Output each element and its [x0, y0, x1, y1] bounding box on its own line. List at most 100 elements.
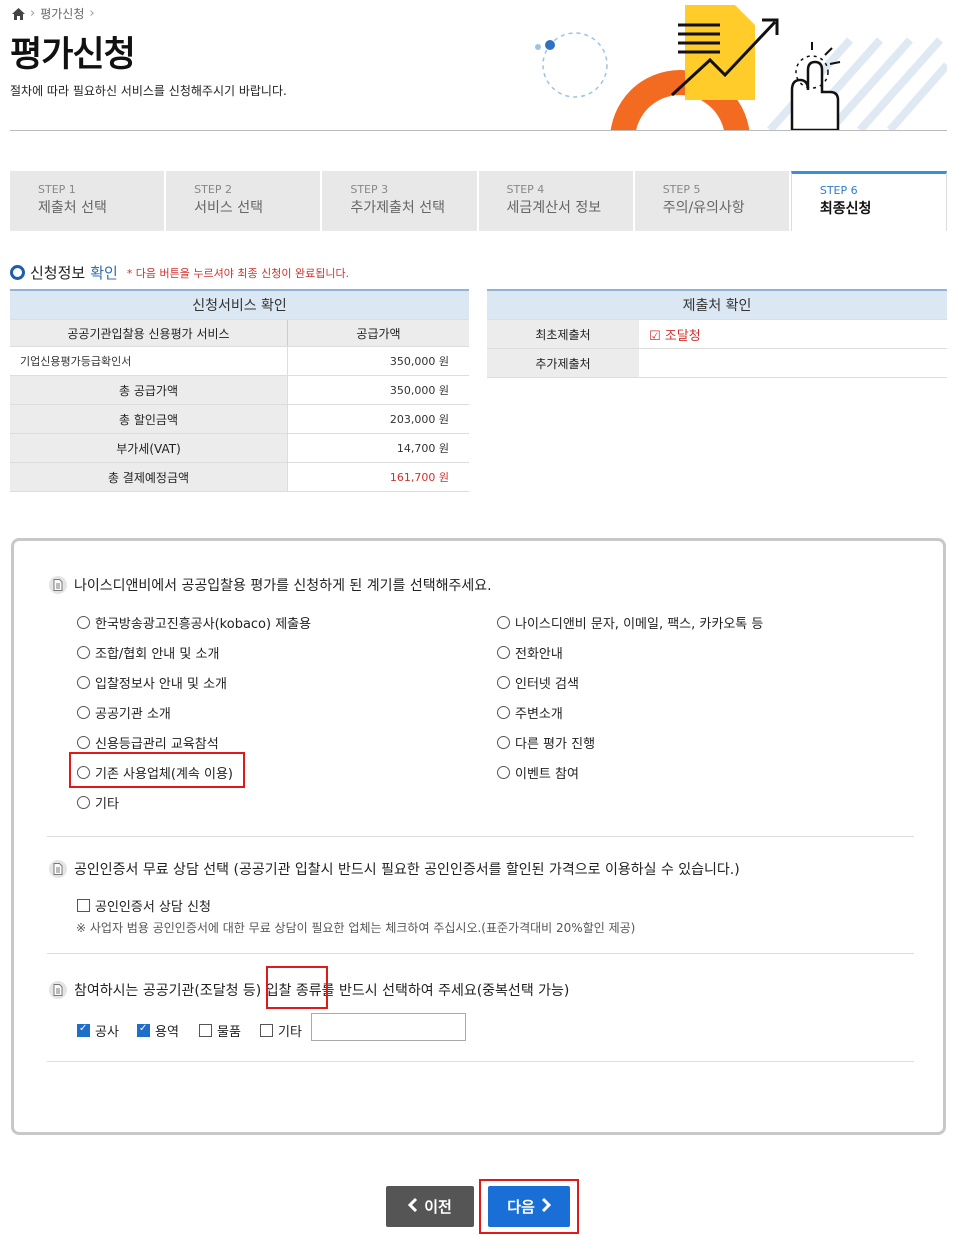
step-number: STEP 6 — [819, 184, 858, 197]
radio-option[interactable]: 기타 — [77, 793, 119, 812]
highlight-box — [479, 1179, 579, 1234]
section-note: * 다음 버튼을 누르셔야 최종 신청이 완료됩니다. — [126, 266, 350, 280]
checkbox-checked[interactable] — [77, 1023, 90, 1037]
section-divider — [47, 836, 914, 837]
radio-circle[interactable] — [497, 736, 510, 749]
submit-table-heading: 제출처 확인 — [487, 289, 947, 320]
submit-value: ☑ 조달청 — [639, 319, 947, 349]
page-description: 절차에 따라 필요하신 서비스를 신청해주시기 바랍니다. — [10, 84, 287, 98]
option-label: 공공기관 소개 — [95, 707, 171, 722]
step-2: STEP 2 서비스 선택 — [166, 171, 323, 231]
radio-option[interactable]: 전화안내 — [497, 643, 563, 662]
circle-bullet-icon — [10, 265, 25, 280]
step-4: STEP 4 세금계산서 정보 — [478, 171, 635, 231]
step-number: STEP 4 — [506, 183, 545, 196]
bid-type-option-goods[interactable]: 물품 — [199, 1021, 241, 1040]
step-number: STEP 5 — [662, 183, 701, 196]
chevron-left-icon — [408, 1197, 418, 1216]
submit-label: 최초제출처 — [487, 319, 639, 349]
prev-button-label: 이전 — [424, 1198, 452, 1216]
step-label: 최종신청 — [819, 201, 872, 217]
home-icon[interactable] — [12, 7, 25, 20]
step-progress: STEP 1 제출처 선택 STEP 2 서비스 선택 STEP 3 추가제출처… — [10, 171, 948, 231]
option-label: 입찰정보사 안내 및 소개 — [95, 677, 227, 692]
section-divider — [47, 953, 914, 954]
step-label: 세금계산서 정보 — [506, 200, 602, 216]
chevron-right-icon: › — [89, 6, 95, 21]
bid-type-option-etc[interactable]: 기타 — [260, 1021, 302, 1040]
additional-submitter — [639, 348, 947, 378]
step-3: STEP 3 추가제출처 선택 — [322, 171, 479, 231]
step-number: STEP 1 — [38, 183, 76, 196]
step-number: STEP 2 — [194, 183, 232, 196]
question-1: 나이스디앤비에서 공공입찰용 평가를 신청하게 된 계기를 선택해주세요. — [49, 575, 492, 595]
radio-circle[interactable] — [77, 616, 90, 629]
radio-circle[interactable] — [77, 706, 90, 719]
radio-circle[interactable] — [497, 616, 510, 629]
option-label: 다른 평가 진행 — [515, 737, 596, 752]
option-label: 주변소개 — [515, 707, 563, 722]
breadcrumb-current[interactable]: 평가신청 — [40, 5, 84, 22]
section-title: 신청정보 — [30, 264, 86, 282]
step-6-active: STEP 6 최종신청 — [790, 171, 948, 231]
summary-value: 203,000 원 — [287, 404, 469, 434]
option-label: 한국방송광고진흥공사(kobaco) 제출용 — [95, 617, 312, 632]
checkbox-label: 공사 — [95, 1025, 119, 1040]
column-header: 공공기관입찰용 신용평가 서비스 — [10, 319, 288, 347]
hero-illustration — [520, 0, 947, 130]
option-label: 신용등급관리 교육참석 — [95, 737, 219, 752]
etc-text-input[interactable] — [311, 1013, 466, 1041]
radio-option[interactable]: 조합/협회 안내 및 소개 — [77, 643, 219, 662]
prev-button[interactable]: 이전 — [386, 1186, 474, 1227]
checkbox[interactable] — [77, 899, 90, 912]
radio-option[interactable]: 이벤트 참여 — [497, 763, 579, 782]
question-2: 공인인증서 무료 상담 선택 (공공기관 입찰시 반드시 필요한 공인인증서를 … — [49, 859, 740, 879]
radio-circle[interactable] — [77, 796, 90, 809]
radio-option[interactable]: 주변소개 — [497, 703, 563, 722]
step-label: 제출처 선택 — [38, 200, 107, 216]
checkbox-checked[interactable] — [137, 1023, 150, 1037]
summary-label: 총 공급가액 — [10, 375, 288, 405]
radio-option[interactable]: 나이스디앤비 문자, 이메일, 팩스, 카카오톡 등 — [497, 613, 763, 632]
bid-type-option-construction[interactable]: 공사 — [77, 1021, 119, 1040]
summary-value: 350,000 원 — [287, 375, 469, 405]
document-icon — [49, 576, 67, 594]
highlight-box — [69, 752, 245, 788]
service-item-value: 350,000 원 — [287, 346, 469, 376]
document-icon — [49, 981, 67, 999]
service-item-name: 기업신용평가등급확인서 — [10, 346, 288, 376]
step-label: 주의/유의사항 — [662, 200, 745, 216]
radio-circle[interactable] — [497, 646, 510, 659]
submit-table: 제출처 확인 최초제출처 ☑ 조달청 추가제출처 — [487, 289, 947, 378]
checkbox[interactable] — [260, 1024, 273, 1037]
option-label: 나이스디앤비 문자, 이메일, 팩스, 카카오톡 등 — [515, 617, 764, 632]
step-label: 서비스 선택 — [194, 200, 264, 216]
certificate-consult-checkbox[interactable]: 공인인증서 상담 신청 — [77, 896, 211, 915]
radio-option[interactable]: 인터넷 검색 — [497, 673, 579, 692]
radio-option[interactable]: 신용등급관리 교육참석 — [77, 733, 219, 752]
option-label: 인터넷 검색 — [515, 677, 579, 692]
chevron-right-icon: › — [30, 6, 36, 21]
radio-option[interactable]: 공공기관 소개 — [77, 703, 171, 722]
radio-option[interactable]: 입찰정보사 안내 및 소개 — [77, 673, 227, 692]
radio-circle[interactable] — [77, 676, 90, 689]
service-table-heading: 신청서비스 확인 — [10, 289, 469, 320]
certificate-note: ※ 사업자 범용 공인인증서에 대한 무료 상담이 필요한 업체는 체크하여 주… — [76, 921, 636, 935]
radio-circle[interactable] — [497, 706, 510, 719]
section-divider — [47, 1061, 914, 1062]
radio-circle[interactable] — [77, 646, 90, 659]
bid-type-option-service[interactable]: 용역 — [137, 1021, 179, 1040]
service-table: 신청서비스 확인 공공기관입찰용 신용평가 서비스 공급가액 기업신용평가등급확… — [10, 289, 469, 492]
submit-label: 추가제출처 — [487, 348, 639, 378]
column-header: 공급가액 — [287, 319, 469, 347]
radio-circle[interactable] — [77, 736, 90, 749]
summary-label: 부가세(VAT) — [10, 433, 288, 463]
total-payment-value: 161,700 원 — [287, 462, 469, 492]
radio-option[interactable]: 한국방송광고진흥공사(kobaco) 제출용 — [77, 613, 311, 632]
radio-circle[interactable] — [497, 676, 510, 689]
check-square-icon: ☑ — [649, 328, 661, 344]
radio-option[interactable]: 다른 평가 진행 — [497, 733, 595, 752]
radio-circle[interactable] — [497, 766, 510, 779]
breadcrumb: › 평가신청 › — [12, 5, 95, 22]
checkbox[interactable] — [199, 1024, 212, 1037]
